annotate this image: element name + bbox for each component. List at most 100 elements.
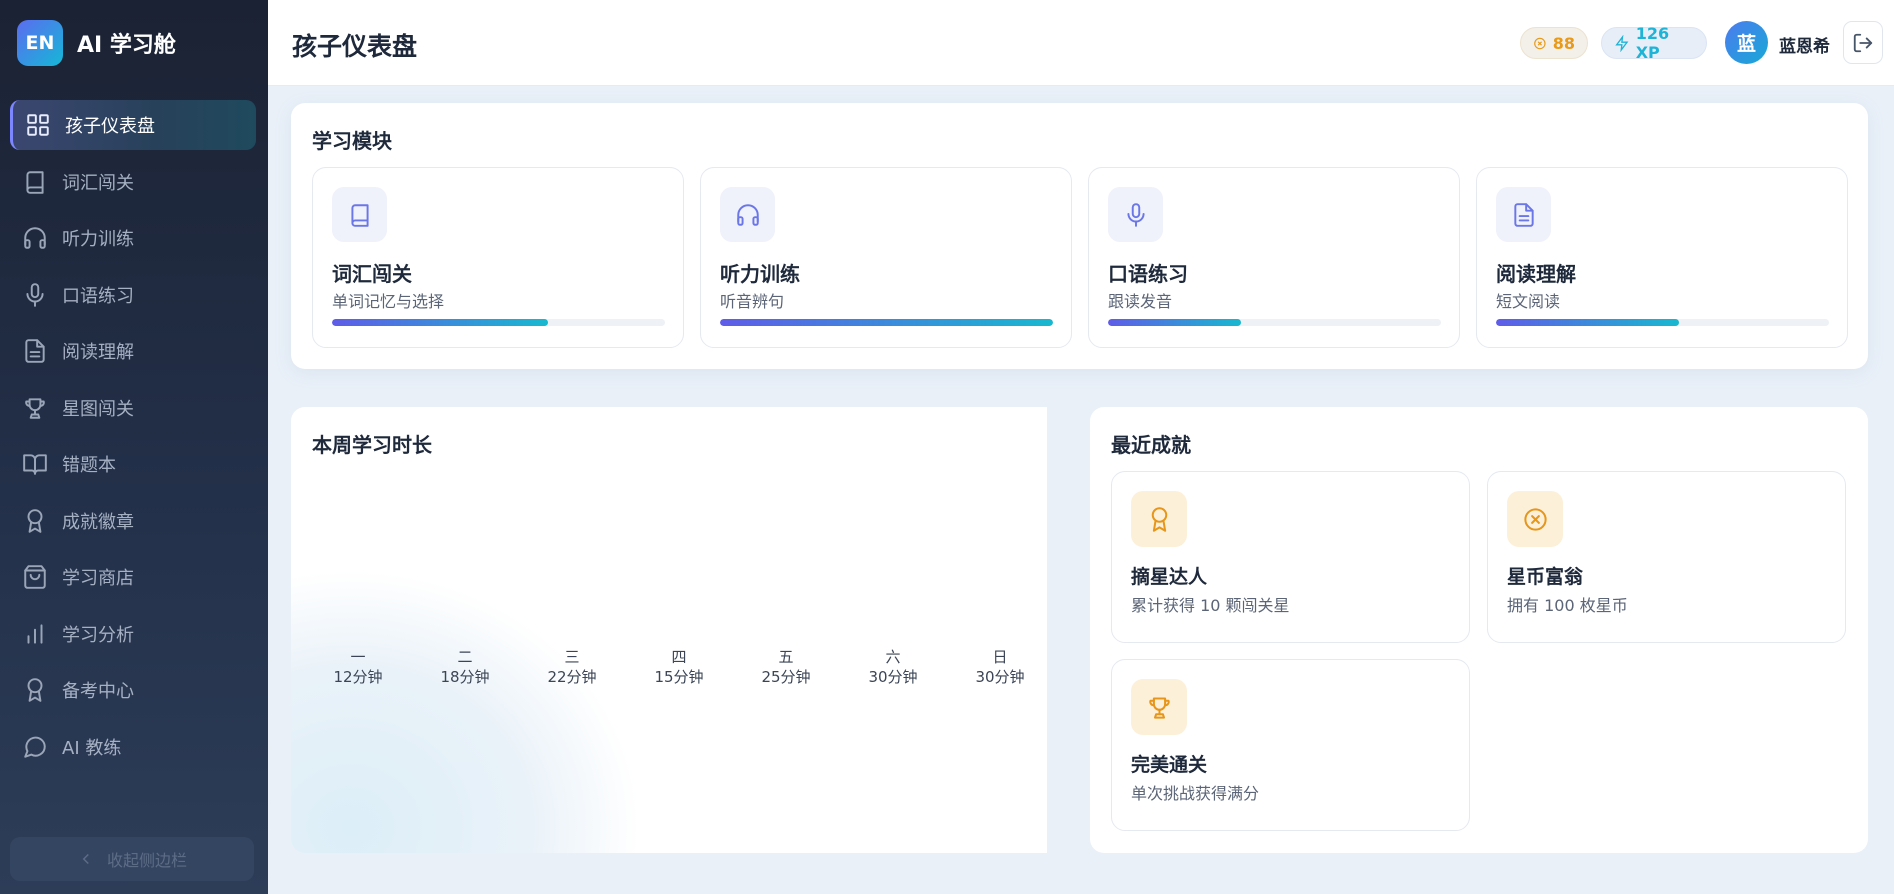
- day-label: 五: [778, 648, 794, 666]
- day-minutes: 30分钟: [975, 668, 1025, 686]
- module-progress-track: [720, 319, 1053, 326]
- achievement-title: 摘星达人: [1131, 566, 1208, 588]
- day-label: 一: [350, 648, 366, 666]
- module-progress-track: [1108, 319, 1441, 326]
- achievement-title: 完美通关: [1131, 754, 1208, 776]
- achievement-coin-tycoon[interactable]: 星币富翁 拥有 100 枚星币: [1487, 471, 1846, 643]
- sidebar-item-label: 阅读理解: [62, 342, 134, 363]
- xp-badge[interactable]: 126 XP: [1601, 24, 1707, 62]
- coin-balance-badge[interactable]: 88: [1520, 27, 1588, 59]
- achievement-subtitle: 单次挑战获得满分: [1131, 784, 1260, 803]
- brand[interactable]: EN AI 学习舱: [17, 20, 176, 66]
- day-label: 二: [457, 648, 473, 666]
- module-icon-box: [720, 187, 775, 242]
- trophy-icon: [1148, 696, 1170, 719]
- achievement-icon-box: [1507, 491, 1563, 547]
- module-icon-box: [1108, 187, 1163, 242]
- module-icon-box: [1496, 187, 1551, 242]
- sidebar-item-dashboard[interactable]: 孩子仪表盘: [10, 100, 256, 150]
- shopping-bag-icon: [24, 565, 46, 589]
- day-minutes: 30分钟: [868, 668, 918, 686]
- trophy-icon: [25, 397, 45, 419]
- day-minutes: 15分钟: [654, 668, 704, 686]
- award-icon: [27, 508, 43, 533]
- logout-button[interactable]: [1843, 21, 1883, 64]
- avatar[interactable]: 蓝: [1725, 21, 1768, 64]
- achievement-title: 星币富翁: [1507, 566, 1584, 588]
- module-title: 口语练习: [1108, 262, 1188, 286]
- page-title: 孩子仪表盘: [292, 32, 418, 61]
- day-column-fri: 五 25分钟: [746, 647, 826, 687]
- sidebar-item-label: 备考中心: [62, 681, 134, 702]
- open-book-icon: [23, 454, 47, 475]
- sidebar-item-vocabulary[interactable]: 词汇闯关: [10, 157, 256, 207]
- sidebar-item-label: 词汇闯关: [62, 172, 134, 194]
- sidebar-item-ai-coach[interactable]: AI 教练: [10, 722, 256, 772]
- sidebar-item-analytics[interactable]: 学习分析: [10, 609, 256, 659]
- sidebar-item-speaking[interactable]: 口语练习: [10, 270, 256, 320]
- learning-modules-card: 学习模块 词汇闯关 单词记忆与选择 听力训练 听音辨句 口语练习 跟读发音 阅读…: [291, 103, 1868, 369]
- xp-count: 126 XP: [1635, 24, 1670, 62]
- sidebar-item-star-map[interactable]: 星图闯关: [10, 383, 256, 433]
- headphones-icon: [24, 227, 46, 249]
- module-progress-track: [1496, 319, 1829, 326]
- day-minutes: 25分钟: [761, 668, 811, 686]
- collapse-sidebar-label: 收起侧边栏: [106, 851, 187, 870]
- achievement-star-collector[interactable]: 摘星达人 累计获得 10 颗闯关星: [1111, 471, 1470, 643]
- sidebar-item-label: 口语练习: [62, 285, 134, 307]
- day-column-sat: 六 30分钟: [853, 647, 933, 687]
- module-title: 听力训练: [720, 262, 800, 286]
- module-progress-fill: [332, 319, 549, 326]
- award-icon: [1151, 506, 1167, 532]
- sidebar-item-listening[interactable]: 听力训练: [10, 213, 256, 263]
- module-subtitle: 跟读发音: [1108, 292, 1173, 311]
- day-column-wed: 三 22分钟: [532, 647, 612, 687]
- recent-achievements-card: 最近成就 摘星达人 累计获得 10 颗闯关星 星币富翁 拥有 100 枚星币 完…: [1090, 407, 1868, 853]
- day-column-tue: 二 18分钟: [425, 647, 505, 687]
- sidebar-item-shop[interactable]: 学习商店: [10, 552, 256, 602]
- dashboard-grid-icon: [27, 114, 49, 136]
- document-icon: [25, 339, 45, 363]
- module-card-speaking[interactable]: 口语练习 跟读发音: [1088, 167, 1460, 348]
- sidebar-item-label: 学习分析: [62, 624, 134, 646]
- day-label: 六: [885, 648, 901, 666]
- brand-logo: EN: [17, 20, 63, 66]
- sidebar-item-reading[interactable]: 阅读理解: [10, 326, 256, 376]
- collapse-sidebar-button[interactable]: 收起侧边栏: [10, 837, 254, 881]
- sidebar-item-label: AI 教练: [62, 737, 122, 759]
- module-subtitle: 听音辨句: [720, 292, 785, 311]
- sidebar-item-label: 听力训练: [62, 229, 134, 250]
- day-minutes: 22分钟: [547, 668, 597, 686]
- coin-count: 88: [1552, 33, 1575, 53]
- achievement-subtitle: 累计获得 10 颗闯关星: [1131, 596, 1290, 615]
- day-label: 三: [564, 648, 580, 666]
- section-title: 最近成就: [1111, 433, 1191, 457]
- coin-icon: [1523, 507, 1547, 531]
- achievement-perfect-clear[interactable]: 完美通关 单次挑战获得满分: [1111, 659, 1470, 831]
- book-icon: [350, 203, 369, 227]
- module-card-listening[interactable]: 听力训练 听音辨句: [700, 167, 1072, 348]
- document-icon: [1513, 202, 1534, 227]
- section-title: 学习模块: [312, 129, 392, 153]
- module-subtitle: 短文阅读: [1496, 292, 1561, 311]
- module-card-vocabulary[interactable]: 词汇闯关 单词记忆与选择: [312, 167, 684, 348]
- day-column-mon: 一 12分钟: [318, 647, 398, 687]
- module-progress-fill: [1108, 319, 1242, 326]
- logout-icon: [1853, 33, 1873, 52]
- lightning-icon: [1615, 34, 1629, 52]
- achievement-icon-box: [1131, 679, 1187, 735]
- module-card-reading[interactable]: 阅读理解 短文阅读: [1476, 167, 1848, 348]
- top-header: 孩子仪表盘 88 126 XP 蓝 蓝恩希: [268, 0, 1894, 86]
- weekly-study-time-card: 本周学习时长 一 12分钟 二 18分钟 三 22分钟 四 15分钟 五 25分钟 六 30…: [291, 407, 1047, 853]
- user-name[interactable]: 蓝恩希: [1779, 32, 1830, 57]
- module-progress-fill: [720, 319, 1053, 326]
- sidebar-nav: 孩子仪表盘 词汇闯关 听力训练 口语练习 阅读理解 星图闯关 错题本 成就徽章: [10, 100, 256, 778]
- achievement-icon-box: [1131, 491, 1187, 547]
- day-column-thu: 四 15分钟: [639, 647, 719, 687]
- sidebar: EN AI 学习舱 孩子仪表盘 词汇闯关 听力训练 口语练习 阅读理解 星图闯关: [0, 0, 268, 894]
- sidebar-item-mistakes[interactable]: 错题本: [10, 439, 256, 489]
- sidebar-item-exam-center[interactable]: 备考中心: [10, 665, 256, 715]
- sidebar-item-badges[interactable]: 成就徽章: [10, 496, 256, 546]
- day-minutes: 18分钟: [440, 668, 490, 686]
- day-label: 日: [992, 648, 1008, 666]
